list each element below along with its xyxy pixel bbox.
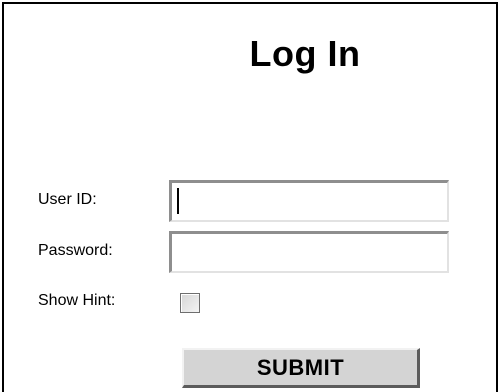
show-hint-checkbox[interactable] — [180, 293, 200, 313]
user-id-label: User ID: — [38, 191, 97, 208]
password-input[interactable] — [169, 231, 449, 273]
submit-button[interactable]: SUBMIT — [182, 348, 420, 388]
page-title: Log In — [249, 33, 361, 74]
show-hint-label: Show Hint: — [38, 292, 116, 309]
login-panel: Log In User ID: Password: Show Hint: SUB… — [2, 2, 498, 392]
password-label: Password: — [38, 242, 113, 259]
text-cursor — [177, 188, 179, 214]
user-id-input[interactable] — [169, 180, 449, 222]
